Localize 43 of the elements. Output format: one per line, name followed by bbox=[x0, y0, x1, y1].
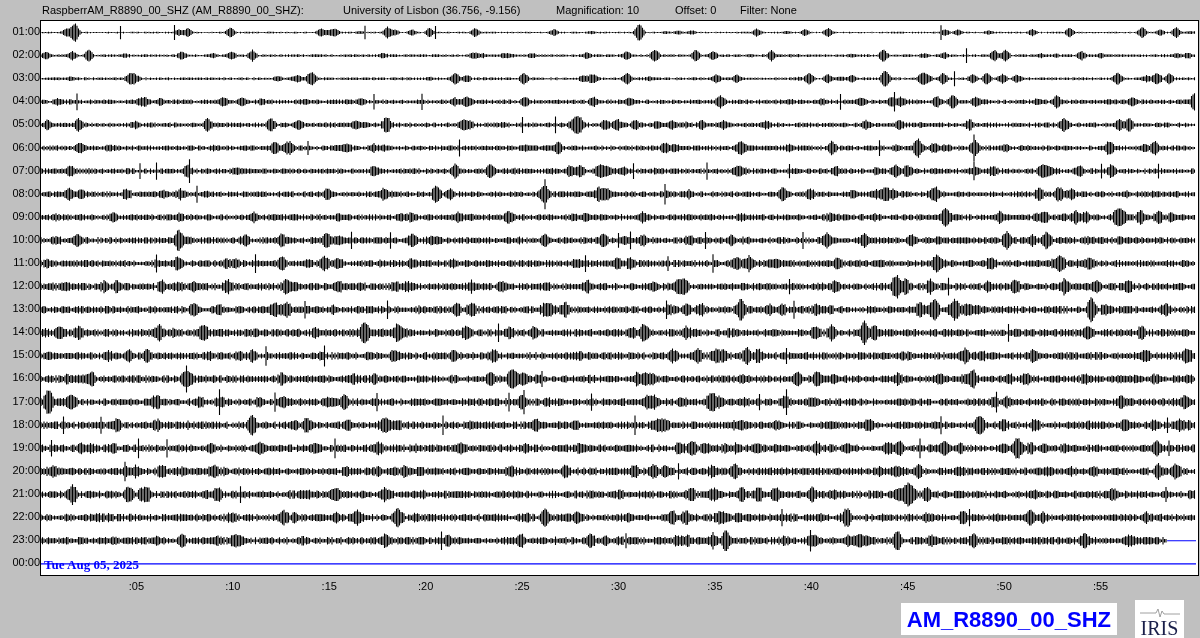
hour-label: 17:00 bbox=[12, 395, 40, 407]
offset-text: Offset: 0 bbox=[675, 2, 718, 18]
hour-label: 10:00 bbox=[12, 233, 40, 245]
hour-label: 14:00 bbox=[12, 326, 40, 338]
minute-label: :50 bbox=[996, 581, 1012, 592]
hour-label: 11:00 bbox=[13, 257, 40, 268]
station-name: RaspberrAM_R8890_00_SHZ (AM_R8890_00_SHZ): bbox=[42, 2, 305, 18]
minute-label: :35 bbox=[707, 581, 723, 592]
station-location: University of Lisbon (36.756, -9.156) bbox=[343, 2, 522, 18]
hour-label: 18:00 bbox=[12, 418, 40, 430]
hour-label: 04:00 bbox=[12, 95, 40, 107]
hour-label: 15:00 bbox=[12, 349, 40, 361]
logo-text: IRIS bbox=[1140, 618, 1179, 638]
hour-label: 06:00 bbox=[12, 141, 40, 153]
hour-label: 00:00 bbox=[12, 557, 40, 569]
hour-label: 13:00 bbox=[12, 303, 40, 315]
hour-label: 21:00 bbox=[12, 487, 40, 499]
hour-label: 23:00 bbox=[12, 534, 40, 546]
minute-label: :15 bbox=[321, 581, 337, 592]
waveform-icon bbox=[1139, 608, 1180, 618]
hour-label: 03:00 bbox=[12, 72, 40, 84]
magnification-text: Magnification: 10 bbox=[556, 2, 641, 18]
minute-label: :10 bbox=[225, 581, 241, 592]
minute-label: :25 bbox=[514, 581, 530, 592]
minute-label: :55 bbox=[1092, 581, 1109, 592]
hour-label: 22:00 bbox=[12, 511, 40, 522]
hour-label: 19:00 bbox=[12, 441, 40, 453]
channel-label: AM_R8890_00_SHZ bbox=[900, 603, 1117, 635]
hour-label: 02:00 bbox=[12, 49, 40, 61]
hour-label: 07:00 bbox=[12, 164, 40, 176]
hour-label: 08:00 bbox=[12, 187, 40, 199]
hour-label: 05:00 bbox=[12, 118, 40, 130]
hour-label: 01:00 bbox=[12, 26, 40, 38]
hour-label: 12:00 bbox=[12, 280, 40, 292]
minute-label: :40 bbox=[803, 581, 819, 592]
minute-label: :45 bbox=[900, 581, 916, 592]
hour-label: 16:00 bbox=[12, 372, 40, 384]
minute-label: :30 bbox=[610, 581, 627, 592]
minute-label: :05 bbox=[128, 581, 145, 592]
minute-label: :20 bbox=[418, 581, 434, 592]
hour-label: 20:00 bbox=[12, 464, 40, 476]
hour-label: 09:00 bbox=[12, 210, 40, 222]
filter-text: Filter: None bbox=[740, 2, 797, 18]
